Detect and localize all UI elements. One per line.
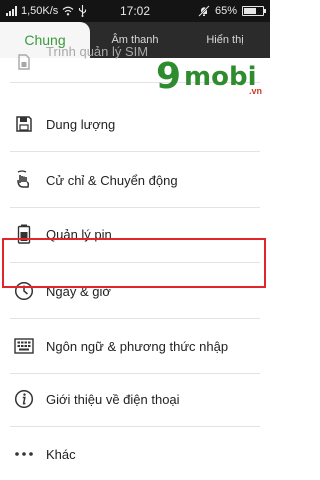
gesture-icon: [14, 170, 34, 190]
more-label: Khác: [46, 446, 76, 462]
battery-status-icon: [242, 6, 266, 16]
sim-icon: [14, 52, 34, 72]
highlight-box: [2, 238, 266, 288]
more-icon: [14, 444, 34, 464]
bell-off-icon: [198, 5, 210, 17]
list-item-more[interactable]: Khác: [0, 426, 270, 480]
list-item-gestures[interactable]: Cử chỉ & Chuyển động: [0, 152, 270, 208]
watermark-nine: 9: [156, 56, 182, 97]
gestures-label: Cử chỉ & Chuyển động: [46, 172, 178, 188]
list-item-about-phone[interactable]: Giới thiệu về điện thoại: [0, 371, 270, 427]
about-phone-label: Giới thiệu về điện thoại: [46, 391, 180, 407]
status-bar: 1,50K/s 17:02 65%: [0, 0, 270, 22]
language-input-label: Ngôn ngữ & phương thức nhập: [46, 338, 229, 354]
info-icon: [14, 389, 34, 409]
battery-percent: 65%: [214, 5, 237, 17]
status-right: 65%: [198, 0, 266, 22]
settings-screen: 1,50K/s 17:02 65% Chung Âm thanh Hiển th…: [0, 0, 270, 480]
sim-manager-label: Trình quản lý SIM: [46, 44, 149, 59]
brand-watermark: 9 mobi .vn: [156, 56, 264, 97]
storage-label: Dung lượng: [46, 116, 116, 132]
watermark-tld: .vn: [248, 86, 262, 96]
storage-icon: [14, 114, 34, 134]
keyboard-icon: [14, 336, 34, 356]
battery-fill: [244, 8, 256, 14]
watermark-mobi: mobi: [184, 62, 257, 92]
list-item-language-input[interactable]: Ngôn ngữ & phương thức nhập: [0, 318, 270, 374]
list-item-storage[interactable]: Dung lượng: [0, 96, 270, 152]
